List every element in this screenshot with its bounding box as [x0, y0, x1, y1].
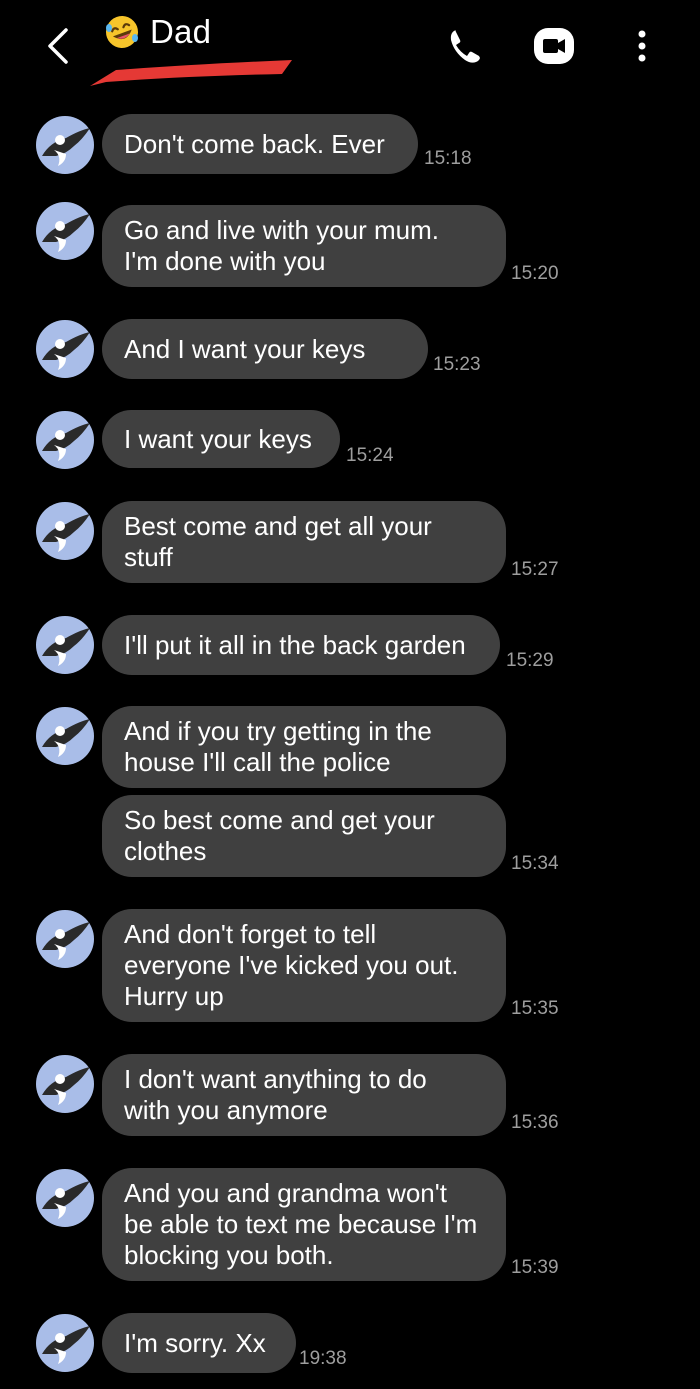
message-timestamp: 15:36: [511, 1112, 559, 1133]
contact-avatar[interactable]: [36, 116, 94, 174]
message-timestamp: 15:29: [506, 650, 554, 671]
message-bubble[interactable]: I'm sorry. Xx: [102, 1313, 296, 1373]
contact-avatar[interactable]: [36, 910, 94, 968]
eagle-avatar-icon: [42, 628, 90, 666]
message-text: I want your keys: [124, 423, 312, 454]
contact-avatar[interactable]: [36, 616, 94, 674]
contact-avatar[interactable]: [36, 411, 94, 469]
message-text: Don't come back. Ever: [124, 128, 385, 159]
message-bubble[interactable]: And don't forget to tell everyone I've k…: [102, 909, 506, 1022]
eagle-avatar-icon: [42, 423, 90, 461]
message-timestamp: 15:34: [511, 853, 559, 874]
message-text: I'm sorry. Xx: [124, 1327, 266, 1358]
contact-avatar[interactable]: [36, 1314, 94, 1372]
eagle-avatar-icon: [42, 1181, 90, 1219]
message-bubble[interactable]: Don't come back. Ever: [102, 114, 418, 174]
contact-avatar[interactable]: [36, 502, 94, 560]
eagle-avatar-icon: [42, 922, 90, 960]
eagle-avatar-icon: [42, 1067, 90, 1105]
message-bubble[interactable]: And you and grandma won't be able to tex…: [102, 1168, 506, 1281]
contact-avatar[interactable]: [36, 320, 94, 378]
contact-avatar[interactable]: [36, 707, 94, 765]
contact-avatar[interactable]: [36, 1055, 94, 1113]
message-bubble[interactable]: Best come and get all your stuff: [102, 501, 506, 583]
message-timestamp: 15:24: [346, 445, 394, 466]
message-timestamp: 15:23: [433, 354, 481, 375]
message-timestamp: 15:20: [511, 263, 559, 284]
message-text: Go and live with your mum. I'm done with…: [124, 215, 440, 276]
message-timestamp: 15:27: [511, 559, 559, 580]
contact-avatar[interactable]: [36, 202, 94, 260]
eagle-avatar-icon: [42, 1326, 90, 1364]
message-text: And if you try getting in the house I'll…: [124, 716, 432, 777]
message-bubble[interactable]: I'll put it all in the back garden: [102, 615, 500, 675]
message-bubble[interactable]: I want your keys: [102, 410, 340, 468]
message-timestamp: 15:35: [511, 998, 559, 1019]
eagle-avatar-icon: [42, 332, 90, 370]
eagle-avatar-icon: [42, 514, 90, 552]
contact-avatar[interactable]: [36, 1169, 94, 1227]
message-list[interactable]: Don't come back. Ever 15:18 Go and live …: [0, 0, 700, 1389]
message-text: So best come and get your clothes: [124, 805, 435, 866]
message-bubble[interactable]: I don't want anything to do with you any…: [102, 1054, 506, 1136]
message-text: And I want your keys: [124, 333, 366, 364]
message-bubble[interactable]: And if you try getting in the house I'll…: [102, 706, 506, 788]
eagle-avatar-icon: [42, 128, 90, 166]
eagle-avatar-icon: [42, 214, 90, 252]
message-text: I don't want anything to do with you any…: [124, 1064, 427, 1125]
eagle-avatar-icon: [42, 719, 90, 757]
message-bubble[interactable]: So best come and get your clothes: [102, 795, 506, 877]
message-text: Best come and get all your stuff: [124, 511, 432, 572]
message-bubble[interactable]: Go and live with your mum. I'm done with…: [102, 205, 506, 287]
message-timestamp: 19:38: [299, 1348, 347, 1369]
message-timestamp: 15:18: [424, 148, 472, 169]
message-timestamp: 15:39: [511, 1257, 559, 1278]
message-text: I'll put it all in the back garden: [124, 629, 466, 660]
message-bubble[interactable]: And I want your keys: [102, 319, 428, 379]
message-text: And don't forget to tell everyone I've k…: [124, 919, 459, 1011]
message-text: And you and grandma won't be able to tex…: [124, 1178, 478, 1270]
